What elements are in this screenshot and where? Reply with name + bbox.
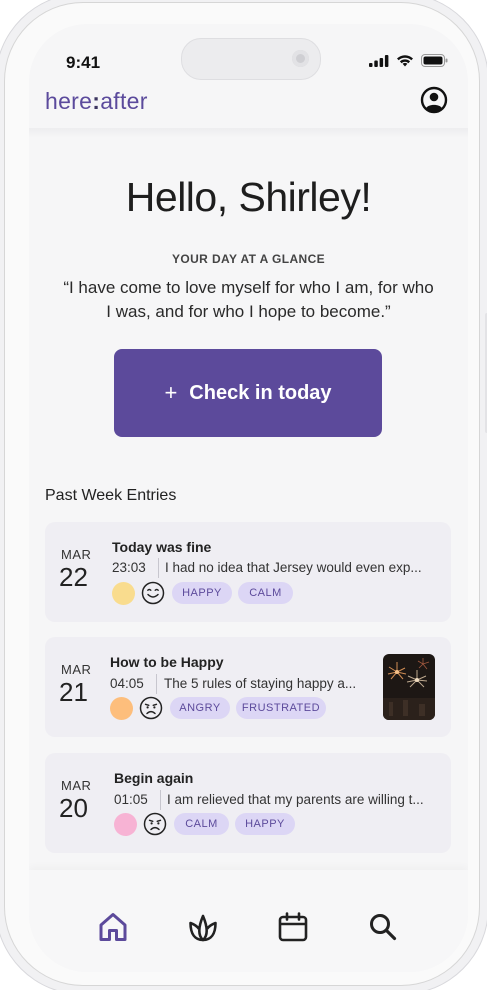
mood-tag[interactable]: FRUSTRATED bbox=[236, 697, 326, 719]
search-icon bbox=[370, 914, 397, 941]
entry-snippet: The 5 rules of staying happy a... bbox=[164, 676, 357, 691]
mood-tag[interactable]: CALM bbox=[174, 813, 229, 835]
entry-time: 23:03 bbox=[112, 560, 146, 575]
entry-day: 21 bbox=[59, 677, 88, 707]
plus-icon: + bbox=[164, 380, 178, 405]
sad-face-icon bbox=[143, 812, 167, 836]
user-account-icon bbox=[420, 86, 448, 114]
wifi-icon bbox=[397, 55, 413, 67]
greeting-heading: Hello, Shirley! bbox=[125, 174, 372, 220]
lotus-icon bbox=[189, 914, 217, 942]
screen: 9:41 here:after Hello, Shirley! YOUR DAY… bbox=[29, 24, 468, 972]
mood-tag[interactable]: CALM bbox=[238, 582, 293, 604]
entry-snippet: I am relieved that my parents are willin… bbox=[167, 792, 424, 807]
check-in-label: Check in today bbox=[189, 381, 332, 404]
entry-title: How to be Happy bbox=[110, 654, 224, 670]
smile-face-icon bbox=[141, 581, 165, 605]
daily-quote: “I have come to love myself for who I am… bbox=[63, 278, 434, 321]
mood-color-dot bbox=[110, 697, 133, 720]
entry-time: 01:05 bbox=[114, 792, 148, 807]
entry-card[interactable]: MAR 21 How to be Happy 04:05 The 5 rules… bbox=[45, 637, 451, 737]
tab-home[interactable] bbox=[96, 910, 130, 944]
entry-separator bbox=[160, 790, 161, 810]
home-icon bbox=[99, 913, 127, 941]
calendar-icon bbox=[278, 912, 308, 942]
entry-card[interactable]: MAR 20 Begin again 01:05 I am relieved t… bbox=[45, 753, 451, 853]
glance-label: YOUR DAY AT A GLANCE bbox=[171, 252, 326, 266]
status-icons bbox=[369, 54, 448, 67]
status-time: 9:41 bbox=[66, 53, 101, 72]
entry-card[interactable]: MAR 22 Today was fine 23:03 I had no ide… bbox=[45, 522, 451, 622]
entry-snippet: I had no idea that Jersey would even exp… bbox=[165, 560, 422, 575]
profile-button[interactable] bbox=[420, 86, 448, 114]
entry-separator bbox=[158, 558, 159, 578]
mood-color-dot bbox=[112, 582, 135, 605]
check-in-button[interactable]: + Check in today bbox=[114, 349, 382, 437]
mood-tag[interactable]: HAPPY bbox=[172, 582, 232, 604]
entry-month: MAR bbox=[61, 547, 92, 562]
tab-mood[interactable] bbox=[186, 910, 220, 944]
entry-photo-thumbnail[interactable] bbox=[383, 654, 435, 720]
entry-day: 22 bbox=[59, 562, 88, 592]
tab-calendar[interactable] bbox=[276, 910, 310, 944]
bottom-tab-bar bbox=[29, 870, 468, 972]
app-bar-shadow bbox=[29, 128, 468, 138]
entry-time: 04:05 bbox=[110, 676, 144, 691]
app-logo[interactable]: here:after bbox=[45, 88, 148, 115]
past-week-title: Past Week Entries bbox=[45, 487, 177, 504]
fireworks-image bbox=[383, 654, 435, 720]
logo-separator: : bbox=[92, 88, 101, 114]
phone-frame: 9:41 here:after Hello, Shirley! YOUR DAY… bbox=[5, 3, 487, 985]
entry-month: MAR bbox=[61, 662, 92, 677]
entry-title: Begin again bbox=[114, 770, 194, 786]
signal-icon bbox=[369, 54, 389, 67]
mood-color-dot bbox=[114, 813, 137, 836]
entry-day: 20 bbox=[59, 793, 88, 823]
mood-tag[interactable]: HAPPY bbox=[235, 813, 295, 835]
dynamic-island bbox=[181, 38, 321, 80]
camera-icon bbox=[292, 50, 309, 67]
entry-separator bbox=[156, 674, 157, 694]
app-bar: here:after bbox=[29, 86, 468, 130]
tab-search[interactable] bbox=[366, 910, 400, 944]
sad-face-icon bbox=[139, 696, 163, 720]
logo-text-right: after bbox=[100, 88, 148, 114]
battery-icon bbox=[421, 54, 448, 67]
logo-text-left: here bbox=[45, 88, 93, 114]
entry-title: Today was fine bbox=[112, 539, 212, 555]
entry-month: MAR bbox=[61, 778, 92, 793]
mood-tag[interactable]: ANGRY bbox=[170, 697, 230, 719]
